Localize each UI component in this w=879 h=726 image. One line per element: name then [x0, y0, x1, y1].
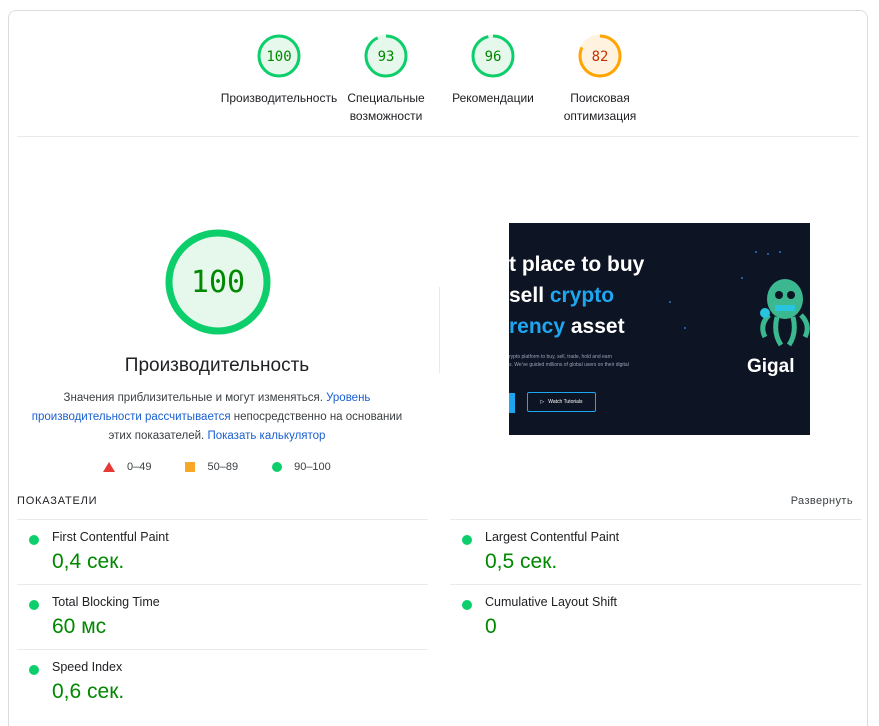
hero-line-3: rency asset: [509, 315, 625, 338]
metrics-title: ПОКАЗАТЕЛИ: [17, 495, 98, 507]
score-gauge: 100: [257, 34, 301, 78]
calculator-link[interactable]: Показать калькулятор: [207, 430, 325, 442]
metrics-header: ПОКАЗАТЕЛИ Развернуть: [17, 495, 853, 507]
legend-fail: 0–49: [103, 461, 151, 473]
legend-pass: 90–100: [272, 461, 331, 473]
vertical-divider: [439, 287, 440, 373]
score-legend: 0–49 50–89 90–100: [103, 461, 365, 473]
desc-text: Значения приблизительные и могут изменят…: [63, 392, 327, 404]
legend-range: 0–49: [127, 461, 152, 473]
brand-name: Gigal: [747, 356, 795, 377]
metric-tbt: Total Blocking Time 60 мс: [17, 584, 428, 650]
square-icon: [185, 462, 196, 472]
pass-circle-icon: [29, 600, 39, 610]
metric-name: Largest Contentful Paint: [485, 530, 620, 544]
expand-toggle[interactable]: Развернуть: [791, 495, 853, 507]
score-label: Рекомендации: [452, 91, 534, 105]
category-scores: 100 Производительность 93 Специальные во…: [9, 11, 867, 137]
triangle-icon: [103, 462, 115, 472]
score-gauge: 82: [578, 34, 622, 78]
legend-average: 50–89: [185, 461, 238, 473]
metric-value: 0,5 сек.: [485, 550, 558, 573]
metric-value: 0: [485, 615, 497, 638]
watch-tutorials-button: ▷ Watch Tutorials: [527, 392, 596, 412]
hero-line-2: sell crypto: [509, 284, 615, 307]
score-label: Поисковая оптимизация: [563, 91, 637, 123]
score-accessibility[interactable]: 93 Специальные возможности: [326, 33, 446, 125]
score-seo[interactable]: 82 Поисковая оптимизация: [540, 33, 660, 125]
metric-name: Cumulative Layout Shift: [485, 595, 618, 609]
performance-gauge: 100: [163, 227, 273, 337]
score-value: 93: [378, 49, 395, 65]
pass-circle-icon: [29, 535, 39, 545]
metric-cls: Cumulative Layout Shift 0: [450, 584, 861, 650]
score-value: 82: [592, 49, 609, 65]
legend-range: 50–89: [207, 461, 239, 473]
score-performance[interactable]: 100 Производительность: [219, 33, 339, 107]
metric-value: 0,4 сек.: [52, 550, 125, 573]
score-label: Производительность: [220, 91, 338, 105]
score-label: Специальные возможности: [347, 91, 425, 123]
divider: [17, 136, 859, 137]
score-value: 96: [485, 49, 502, 65]
metric-fcp: First Contentful Paint 0,4 сек.: [17, 519, 428, 585]
circle-icon: [272, 462, 283, 472]
metric-speed-index: Speed Index 0,6 сек.: [17, 649, 428, 715]
pass-circle-icon: [29, 665, 39, 675]
metric-value: 60 мс: [52, 615, 107, 638]
legend-range: 90–100: [294, 461, 331, 473]
performance-title: Производительность: [124, 355, 310, 376]
score-gauge: 93: [364, 34, 408, 78]
score-gauge: 96: [471, 34, 515, 78]
performance-score: 100: [190, 264, 246, 300]
play-icon: ▷: [540, 399, 545, 405]
metric-value: 0,6 сек.: [52, 680, 125, 703]
metric-name: Total Blocking Time: [52, 595, 160, 609]
performance-description: Значения приблизительные и могут изменят…: [31, 389, 403, 446]
metric-name: Speed Index: [52, 660, 123, 674]
hero-subtext: rypto platform to buy, sell, trade, hold…: [509, 354, 629, 368]
cta-button: [509, 393, 515, 413]
page-screenshot[interactable]: t place to buy sell crypto rency asset r…: [509, 223, 810, 435]
metric-name: First Contentful Paint: [52, 530, 169, 544]
hero-line-1: t place to buy: [509, 253, 645, 276]
pass-circle-icon: [462, 535, 472, 545]
score-value: 100: [266, 49, 291, 65]
report-card: 100 Производительность 93 Специальные во…: [8, 10, 868, 726]
pass-circle-icon: [462, 600, 472, 610]
metric-lcp: Largest Contentful Paint 0,5 сек.: [450, 519, 861, 585]
octopus-logo-icon: [760, 279, 810, 347]
score-best-practices[interactable]: 96 Рекомендации: [433, 33, 553, 107]
